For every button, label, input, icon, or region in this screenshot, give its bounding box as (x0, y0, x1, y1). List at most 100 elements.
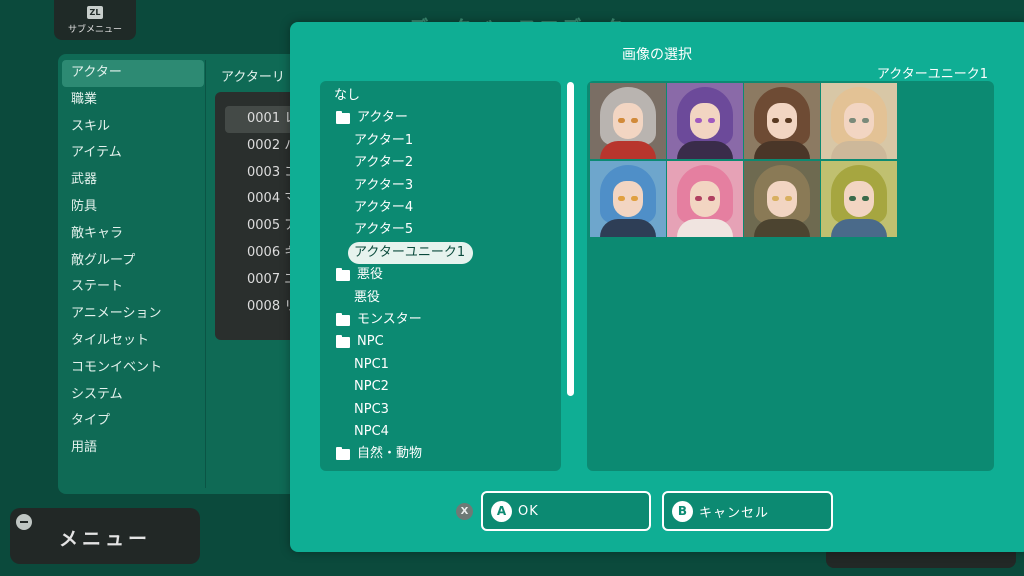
db-category-item[interactable]: 敵グループ (62, 248, 204, 275)
db-category-item[interactable]: アイテム (62, 140, 204, 167)
tree-item[interactable]: アクターユニーク1 (348, 241, 474, 264)
tree-item[interactable]: アクター2 (354, 152, 413, 174)
tree-item[interactable]: NPC2 (354, 376, 389, 398)
db-category-item[interactable]: 用語 (62, 435, 204, 462)
tree-item-label: アクター1 (354, 132, 414, 148)
tree-item-label: アクターユニーク1 (354, 244, 466, 260)
tree-item[interactable]: アクター4 (354, 197, 413, 219)
selected-image-name: アクターユニーク1 (876, 67, 988, 82)
dialog-title: 画像の選択 (622, 47, 692, 63)
submenu-label: サブメニュー (67, 25, 122, 35)
tree-item-label: 悪役 (357, 267, 384, 283)
folder-icon (336, 312, 350, 326)
face-image-thumbnail[interactable] (590, 83, 666, 159)
folder-icon (336, 110, 350, 124)
b-key-icon: B (672, 500, 693, 522)
tree-item[interactable]: アクター1 (354, 130, 413, 152)
tree-item[interactable]: アクター5 (354, 219, 413, 241)
tree-item[interactable]: アクター3 (354, 175, 413, 197)
folder-tree: なしアクターアクター1 アクター2 アクター3 アクター4 アクター5 アクターユニーク1… (320, 81, 561, 471)
tree-item-label: NPC4 (354, 424, 389, 439)
db-category-item[interactable]: 職業 (62, 87, 204, 114)
db-category-item[interactable]: 防具 (62, 194, 204, 221)
ok-button-label: OK (518, 503, 539, 519)
db-category-item[interactable]: ステート (62, 274, 204, 301)
eye-shape (849, 196, 856, 201)
tree-folder[interactable]: アクター (336, 107, 408, 129)
tree-item[interactable]: NPC4 (354, 421, 389, 443)
face-image-thumbnail[interactable] (590, 161, 666, 237)
db-category-item[interactable]: 武器 (62, 167, 204, 194)
database-category-list: アクター 職業 スキル アイテム 武器 防具 敵キャラ 敵グループ ステート アニメーション タイル… (62, 60, 204, 462)
eye-shape (772, 196, 779, 201)
eye-shape (862, 118, 869, 123)
eye-shape (631, 118, 638, 123)
db-category-item[interactable]: アニメーション (62, 301, 204, 328)
a-key-icon: A (491, 500, 512, 522)
eye-shape (772, 118, 779, 123)
db-category-item[interactable]: アクター (62, 60, 204, 87)
tree-item-label: 自然・動物 (357, 446, 423, 462)
tree-item[interactable]: NPC1 (354, 354, 389, 376)
tree-item-label: アクター5 (354, 222, 414, 238)
cancel-button[interactable]: B キャンセル (662, 491, 833, 531)
eye-shape (849, 118, 856, 123)
divider (205, 60, 206, 488)
face-image-thumbnail[interactable] (667, 83, 743, 159)
tree-scrollbar[interactable] (567, 82, 574, 396)
eye-shape (785, 196, 792, 201)
tree-item-label: NPC1 (354, 356, 389, 372)
x-key-icon: X (456, 503, 473, 520)
eye-shape (708, 196, 715, 201)
face-image-thumbnail[interactable] (821, 161, 897, 237)
menu-button[interactable]: メニュー (10, 508, 200, 564)
eye-shape (618, 196, 625, 201)
db-category-item[interactable]: タイルセット (62, 328, 204, 355)
tree-item-label: アクター2 (354, 155, 414, 171)
tree-item-label: NPC2 (354, 379, 389, 395)
tree-folder[interactable]: モンスター (336, 309, 422, 331)
folder-icon (336, 267, 350, 281)
body-shape (754, 141, 810, 159)
ok-button[interactable]: A OK (481, 491, 651, 531)
zl-key-icon: ZL (87, 6, 103, 19)
body-shape (677, 141, 733, 159)
eye-shape (785, 118, 792, 123)
tree-item-label: NPC (357, 334, 384, 350)
tree-item-label: モンスター (357, 312, 422, 327)
body-shape (754, 219, 810, 237)
tree-folder[interactable]: 悪役 (336, 264, 383, 286)
db-category-item[interactable]: コモンイベント (62, 355, 204, 382)
submenu-button[interactable]: ZL サブメニュー (54, 0, 136, 40)
face-image-thumbnail[interactable] (744, 161, 820, 237)
db-category-item[interactable]: 敵キャラ (62, 221, 204, 248)
tree-item[interactable]: 悪役 (354, 287, 380, 309)
db-category-item[interactable]: タイプ (62, 408, 204, 435)
eye-shape (862, 196, 869, 201)
tree-item[interactable]: NPC3 (354, 399, 389, 421)
tree-item-label: アクター3 (354, 177, 414, 193)
body-shape (600, 219, 656, 237)
db-category-item[interactable]: システム (62, 382, 204, 409)
face-image-thumbnail[interactable] (667, 161, 743, 237)
portrait-grid (590, 83, 900, 238)
tree-item-label: アクター4 (354, 200, 414, 215)
eye-shape (631, 196, 638, 201)
tree-item-label: 悪役 (354, 289, 381, 305)
tree-item-label: NPC3 (354, 401, 389, 417)
tree-item-label: なし (334, 88, 361, 103)
face-image-thumbnail[interactable] (744, 83, 820, 159)
tree-item[interactable]: なし (334, 85, 360, 107)
body-shape (600, 141, 656, 159)
face-image-thumbnail[interactable] (821, 83, 897, 159)
folder-icon (336, 334, 350, 348)
tree-folder[interactable]: NPC (336, 331, 384, 353)
eye-shape (618, 118, 625, 123)
body-shape (677, 219, 733, 237)
tree-folder[interactable]: 自然・動物 (336, 443, 422, 465)
eye-shape (708, 118, 715, 123)
actor-list-title: アクターリ (221, 70, 285, 85)
tree-item-label: アクター (357, 110, 408, 126)
db-category-item[interactable]: スキル (62, 114, 204, 141)
image-select-dialog: 画像の選択 アクターユニーク1 なしアクターアクター1 アクター2 アクター3 アクタ… (290, 22, 1024, 552)
